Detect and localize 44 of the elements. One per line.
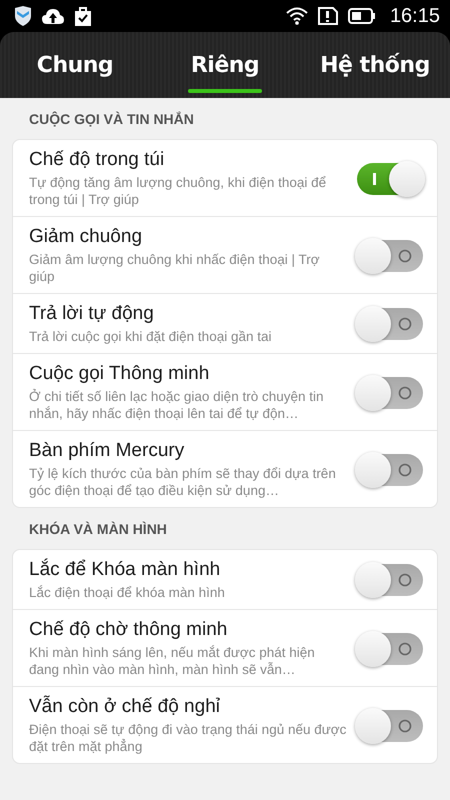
toggle-switch[interactable] [357, 454, 423, 486]
setting-description: Điện thoại sẽ tự động đi vào trạng thái ngủ nếu được đặt trên mặt phẳng [29, 721, 347, 755]
toggle-switch[interactable] [357, 710, 423, 742]
toggle-switch[interactable] [357, 632, 423, 664]
cloud-upload-icon [42, 8, 64, 24]
off-mark-icon [398, 642, 412, 656]
wifi-icon [286, 7, 308, 25]
setting-description: Tự động tăng âm lượng chuông, khi điện thoại để trong túi | Trợ giúp [29, 174, 328, 208]
toggle-switch[interactable] [357, 240, 423, 272]
setting-title: Bàn phím Mercury [29, 440, 186, 462]
toggle-switch[interactable] [357, 162, 423, 194]
off-mark-icon [398, 386, 412, 400]
setting-description: Khi màn hình sáng lên, nếu mắt được phát hiện đang nhìn vào màn hình, màn hình sẽ vẫn… [29, 644, 316, 678]
on-mark-icon [373, 172, 376, 184]
setting-description: Lắc điện thoại để khóa màn hình [29, 584, 226, 601]
sim-alert-icon [318, 7, 338, 25]
setting-title: Chế độ chờ thông minh [29, 619, 228, 641]
setting-title: Vẫn còn ở chế độ nghỉ [29, 696, 221, 718]
toggle-switch[interactable] [357, 308, 423, 340]
off-mark-icon [398, 462, 412, 476]
shield-icon [14, 6, 32, 26]
setting-title: Cuộc gọi Thông minh [29, 363, 210, 385]
toggle-switch[interactable] [357, 564, 423, 596]
section-header: CUỘC GỌI VÀ TIN NHẮN [28, 110, 195, 129]
off-mark-icon [398, 573, 412, 587]
setting-title: Chế độ trong túi [29, 149, 166, 171]
setting-title: Giảm chuông [29, 226, 144, 248]
setting-description: Giảm âm lượng chuông khi nhấc điện thoại | Trợ giúp [29, 251, 321, 285]
battery-icon [348, 8, 376, 24]
tab[interactable]: Riêng [150, 32, 300, 98]
setting-title: Trả lời tự động [29, 303, 155, 325]
off-mark-icon [398, 248, 412, 262]
toggle-switch[interactable] [357, 376, 423, 408]
tab[interactable]: Chung [0, 32, 150, 98]
clock-time: 16:15 [390, 4, 440, 28]
setting-description: Tỷ lệ kích thước của bàn phím sẽ thay đổi dựa trên góc điện thoại để tạo điều kiện sử dụng… [29, 465, 337, 499]
off-mark-icon [398, 317, 412, 331]
setting-title: Lắc để Khóa màn hình [29, 559, 222, 581]
section-header: KHÓA VÀ MÀN HÌNH [28, 520, 168, 539]
off-mark-icon [398, 718, 412, 732]
setting-description: Ở chi tiết số liên lạc hoặc giao diện trò chuyện tin nhắn, hãy nhấc điện thoại lên tai để tự độn… [29, 388, 324, 422]
tab[interactable]: Hệ thống [300, 32, 450, 98]
bag-check-icon [74, 6, 92, 26]
setting-description: Trả lời cuộc gọi khi đặt điện thoại gần tai [29, 328, 272, 345]
